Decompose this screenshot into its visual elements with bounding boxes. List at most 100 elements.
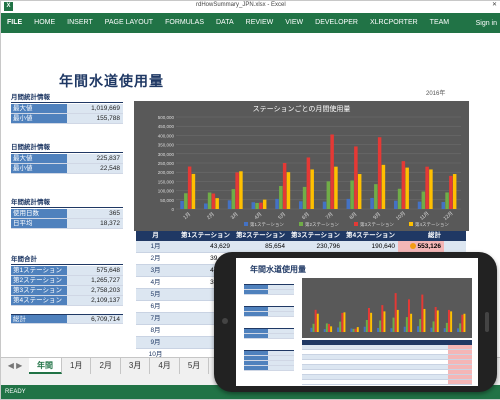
bar-2-10: [432, 321, 435, 332]
bar-3-3: [341, 312, 344, 332]
bar-3-4: [259, 202, 263, 209]
bar-4-8: [410, 313, 413, 332]
sheet-tab-0[interactable]: 年間: [29, 358, 62, 374]
legend-swatch: [244, 222, 248, 226]
monthly-stats: 月間統計情報 最大値 1,019,669 最小値 155,788: [11, 91, 123, 124]
stats-row: 第3ステーション 2,758,203: [11, 286, 123, 296]
legend-swatch: [409, 222, 413, 226]
annual-totals: 年間合計 第1ステーション 575,648 第2ステーション 1,265,727 第3ステ…: [11, 253, 123, 324]
sheet-tab-1[interactable]: 1月: [62, 358, 92, 374]
phone-screen[interactable]: 年間水道使用量: [236, 258, 478, 386]
y-tick-label: 0: [171, 207, 174, 212]
y-tick-label: 50,000: [160, 198, 174, 203]
x-tick-label: 10月: [395, 211, 407, 222]
monthly-usage-chart[interactable]: ステーションごとの月間使用量 500,000 450,000 400,000 350,0…: [134, 101, 469, 231]
stats-row: 日平均 18,372: [11, 219, 123, 229]
ribbon-tab-1[interactable]: HOME: [28, 13, 61, 33]
bar-3-7: [330, 134, 334, 209]
ribbon-tab-0[interactable]: FILE: [1, 13, 29, 33]
ribbon-tab-10[interactable]: TEAM: [424, 13, 455, 33]
bar-4-11: [450, 311, 453, 332]
phone-stats-3: [244, 324, 294, 339]
speaker-icon: [485, 312, 489, 332]
bar-2-12: [445, 192, 449, 209]
bar-1-6: [299, 201, 303, 209]
ribbon-tab-5[interactable]: DATA: [210, 13, 240, 33]
ribbon-tab-9[interactable]: XLRCPORTER: [364, 13, 424, 33]
ribbon-tab-6[interactable]: REVIEW: [240, 13, 280, 33]
table-cell-month: 6月: [150, 303, 161, 310]
bar-4-12: [452, 174, 457, 209]
stats-label: 日平均: [11, 219, 67, 228]
bar-3-4: [354, 328, 357, 332]
bar-3-10: [401, 161, 406, 209]
ribbon-tab-2[interactable]: INSERT: [61, 13, 99, 33]
table-cell-s4: 190,640: [371, 243, 396, 250]
bar-2-7: [392, 317, 395, 332]
bar-1-2: [204, 203, 208, 209]
x-tick-label: 9月: [372, 211, 382, 221]
table-cell-s2: 85,654: [265, 243, 285, 250]
daily-stats: 日間統計情報 最大値 225,837 最小値 22,548: [11, 141, 123, 174]
stats-value: 22,548: [67, 164, 123, 173]
close-icon[interactable]: ✕: [492, 1, 497, 8]
phone-table-total-cell: [448, 355, 472, 359]
stats-value: 365: [67, 209, 123, 218]
y-tick-label: 300,000: [158, 152, 175, 157]
stats-value: 225,837: [67, 154, 123, 163]
sheet-tab-2[interactable]: 2月: [91, 358, 121, 374]
sheet-tab-3[interactable]: 3月: [121, 358, 151, 374]
bar-1-1: [180, 200, 184, 209]
bar-2-3: [231, 189, 236, 209]
bar-2-1: [184, 193, 188, 209]
bar-1-8: [403, 326, 406, 332]
sheet-tab-5[interactable]: 5月: [180, 358, 210, 374]
ribbon-tab-3[interactable]: PAGE LAYOUT: [99, 13, 159, 33]
bar-3-12: [449, 175, 453, 209]
phone-table-total-cell: [448, 370, 472, 374]
bar-2-2: [325, 323, 328, 332]
bar-1-7: [322, 201, 327, 209]
stage: X rdHowSummary_JPN.xlsx - Excel ✕ FILE HO…: [0, 0, 500, 400]
bar-2-6: [379, 320, 382, 332]
bar-1-11: [443, 328, 446, 332]
window-filename: rdHowSummary_JPN.xlsx - Excel: [196, 2, 286, 8]
x-tick-label: 1月: [182, 211, 192, 221]
bar-1-4: [350, 328, 353, 332]
table-cell-month: 2月: [150, 255, 161, 262]
bar-1-6: [377, 327, 380, 332]
phone-table-total-cell: [448, 365, 472, 369]
sheet-tab-4[interactable]: 4月: [150, 358, 180, 374]
sign-in-link[interactable]: Sign in: [476, 20, 500, 27]
bar-4-7: [334, 166, 338, 209]
stats-row: 最大値 225,837: [11, 154, 123, 164]
stats-label: 最小値: [11, 114, 67, 123]
bar-3-3: [235, 172, 239, 209]
bar-3-9: [377, 137, 382, 209]
sheet-nav-arrows[interactable]: ◀ ▶: [1, 358, 29, 374]
stats-value: 2,758,203: [67, 286, 123, 295]
bar-1-2: [323, 329, 326, 332]
stats-value: 155,788: [67, 114, 123, 123]
y-tick-label: 200,000: [158, 170, 175, 175]
ribbon-tab-8[interactable]: DEVELOPER: [309, 13, 364, 33]
ribbon-tab-4[interactable]: FORMULAS: [159, 13, 210, 33]
bar-4-9: [381, 164, 386, 209]
bar-3-2: [211, 193, 216, 209]
ribbon-tab-7[interactable]: VIEW: [279, 13, 309, 33]
phone-table-total-cell: [448, 350, 472, 354]
stats-label: 第4ステーション: [11, 296, 67, 305]
table-cell-month: 1月: [150, 243, 161, 250]
bar-4-10: [405, 167, 409, 209]
y-tick-label: 150,000: [158, 179, 175, 184]
bar-2-2: [207, 192, 212, 209]
phone-stats-2: [244, 302, 294, 317]
bar-4-2: [330, 326, 333, 332]
bar-1-12: [457, 328, 460, 332]
table-cell-month: 4月: [150, 279, 161, 286]
stats-value: 18,372: [67, 219, 123, 228]
bar-1-3: [337, 327, 340, 332]
bar-1-1: [310, 327, 313, 332]
x-tick-label: 11月: [419, 211, 431, 222]
bar-1-10: [394, 200, 398, 209]
